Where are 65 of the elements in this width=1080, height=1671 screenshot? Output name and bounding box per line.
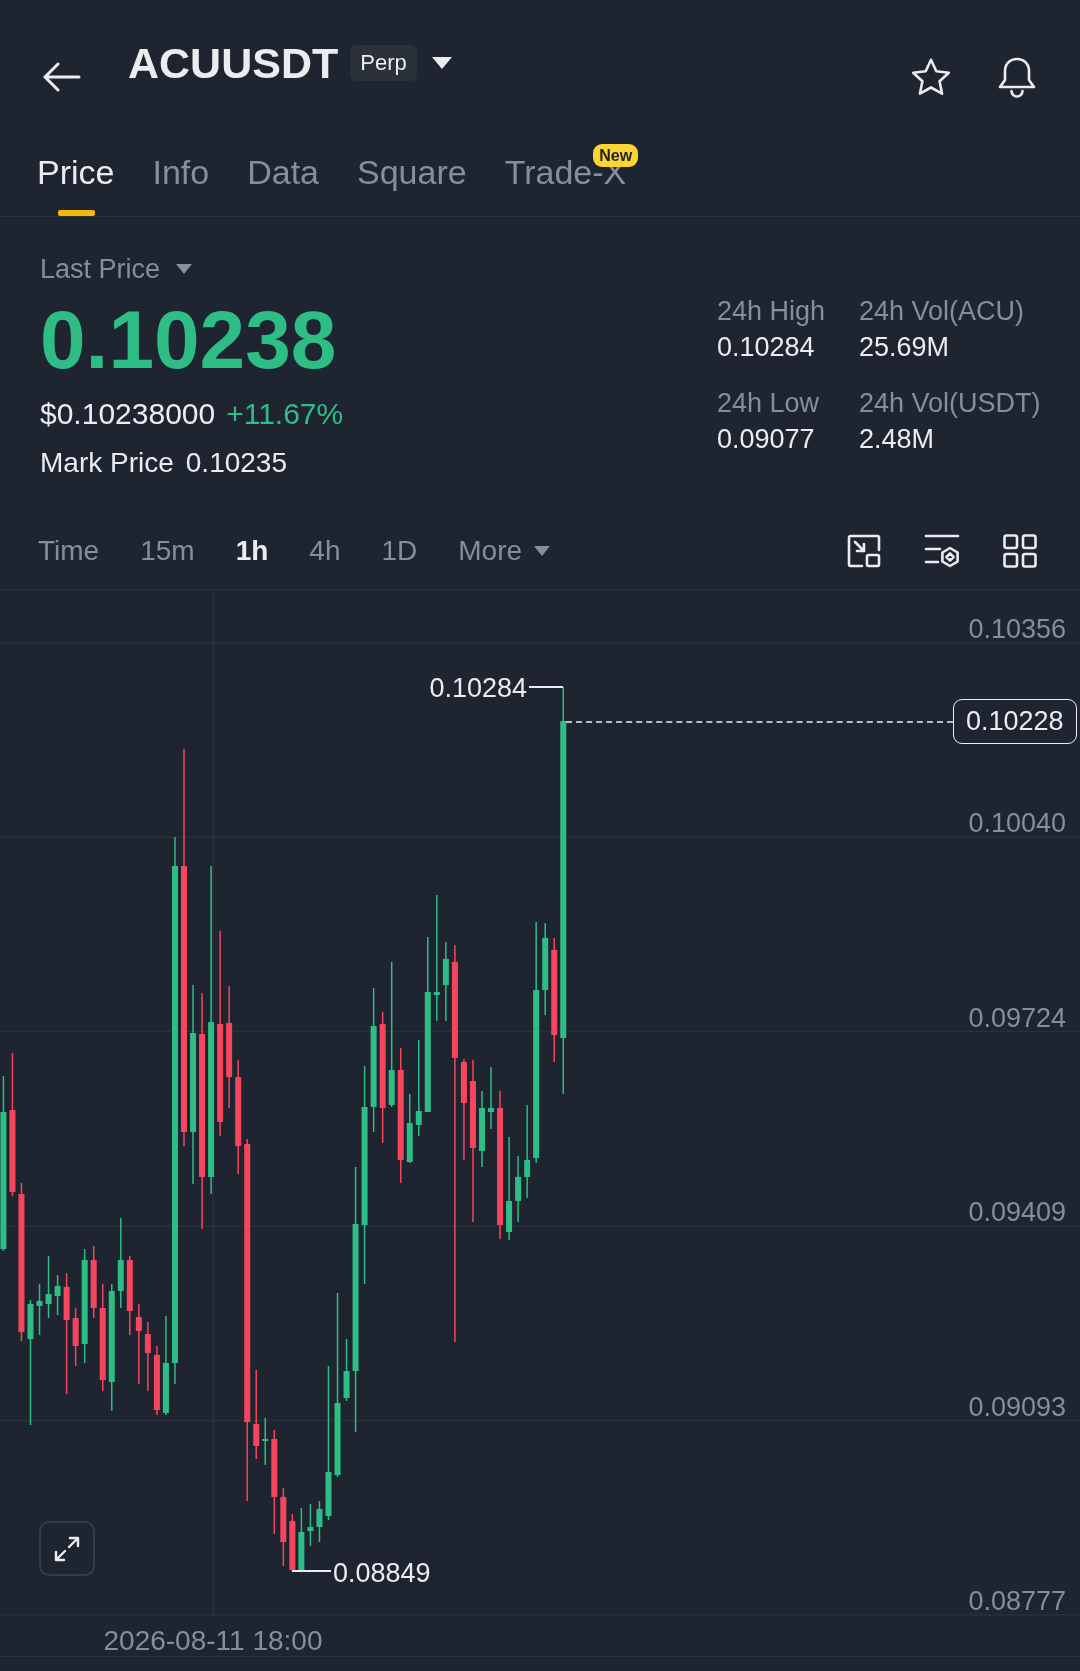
candlestick <box>343 1338 350 1402</box>
caret-down-icon[interactable] <box>431 57 452 69</box>
time-axis-label: 2026-08-11 18:00 <box>103 1624 323 1658</box>
caret-down-icon <box>176 264 193 274</box>
candlestick <box>406 1093 413 1164</box>
candlestick <box>153 1345 160 1416</box>
stat-label: 24h Vol(USDT) <box>859 387 1042 420</box>
interval-tab[interactable]: 15m <box>140 533 195 569</box>
candlestick <box>36 1283 43 1336</box>
candlestick <box>262 1417 269 1466</box>
candlestick <box>144 1321 151 1392</box>
stat-value: 0.09077 <box>717 423 816 456</box>
price-axis-label: 0.08777 <box>968 1585 1066 1618</box>
current-price-tag: 0.10228 <box>953 699 1077 744</box>
stat-label: 24h Vol(ACU) <box>859 295 1026 328</box>
grid-icon[interactable] <box>1002 533 1038 569</box>
price-axis-label: 0.09724 <box>968 1001 1066 1035</box>
window-arrow-icon[interactable] <box>846 533 882 569</box>
lines-hexagon-icon[interactable] <box>924 533 960 569</box>
candlestick <box>515 1155 522 1223</box>
low-price-label: 0.08849 <box>333 1557 431 1590</box>
tab[interactable]: Data <box>247 151 319 216</box>
star-icon[interactable] <box>911 58 951 96</box>
candlestick <box>54 1274 61 1316</box>
candlestick <box>316 1500 323 1543</box>
tab[interactable]: Info <box>152 151 210 216</box>
arrow-left-icon[interactable] <box>43 62 81 92</box>
stat-label: 24h High <box>717 295 827 328</box>
stat-value: 25.69M <box>859 331 951 364</box>
price-change: +11.67% <box>226 396 344 432</box>
interval-tab[interactable]: 4h <box>309 533 341 569</box>
stat-value: 0.10284 <box>717 331 816 364</box>
leader-line <box>292 1570 331 1572</box>
mark-price-label: Mark Price <box>40 446 174 480</box>
expand-button[interactable] <box>39 1521 95 1576</box>
interval-tab[interactable]: Time <box>38 533 100 569</box>
interval-tab[interactable]: 1D <box>381 533 418 569</box>
perp-badge: Perp <box>350 45 417 81</box>
leader-line <box>529 686 564 688</box>
price-axis-label: 0.09093 <box>968 1390 1066 1424</box>
more-dropdown[interactable]: More <box>458 533 551 569</box>
caret-down-icon <box>534 546 551 556</box>
mark-price-value: 0.10235 <box>185 446 287 480</box>
tab[interactable]: Price <box>37 151 115 216</box>
candlestick <box>298 1507 305 1572</box>
candlestick <box>289 1513 296 1572</box>
price-axis-label: 0.09409 <box>968 1196 1066 1230</box>
price-axis-label: 0.10040 <box>968 807 1066 841</box>
candlestick <box>488 1066 494 1130</box>
candlestick <box>307 1503 314 1547</box>
candlestick <box>45 1255 52 1319</box>
new-badge: New <box>593 144 639 167</box>
stat-label: 24h Low <box>717 387 821 420</box>
interval-tab[interactable]: 1h <box>235 533 269 569</box>
symbol-title: ACUUSDT <box>128 38 339 89</box>
price-type-dropdown[interactable]: Last Price <box>40 251 193 287</box>
last-price-value: 0.10238 <box>40 299 337 381</box>
price-axis-label: 0.10356 <box>968 612 1066 646</box>
high-price-label: 0.10284 <box>429 672 527 705</box>
candlestick <box>72 1307 79 1367</box>
bell-icon[interactable] <box>998 56 1036 98</box>
stat-value: 2.48M <box>859 423 936 456</box>
usd-price: $0.10238000 <box>40 396 216 432</box>
expand-icon <box>53 1534 81 1563</box>
tab[interactable]: Square <box>357 151 467 216</box>
